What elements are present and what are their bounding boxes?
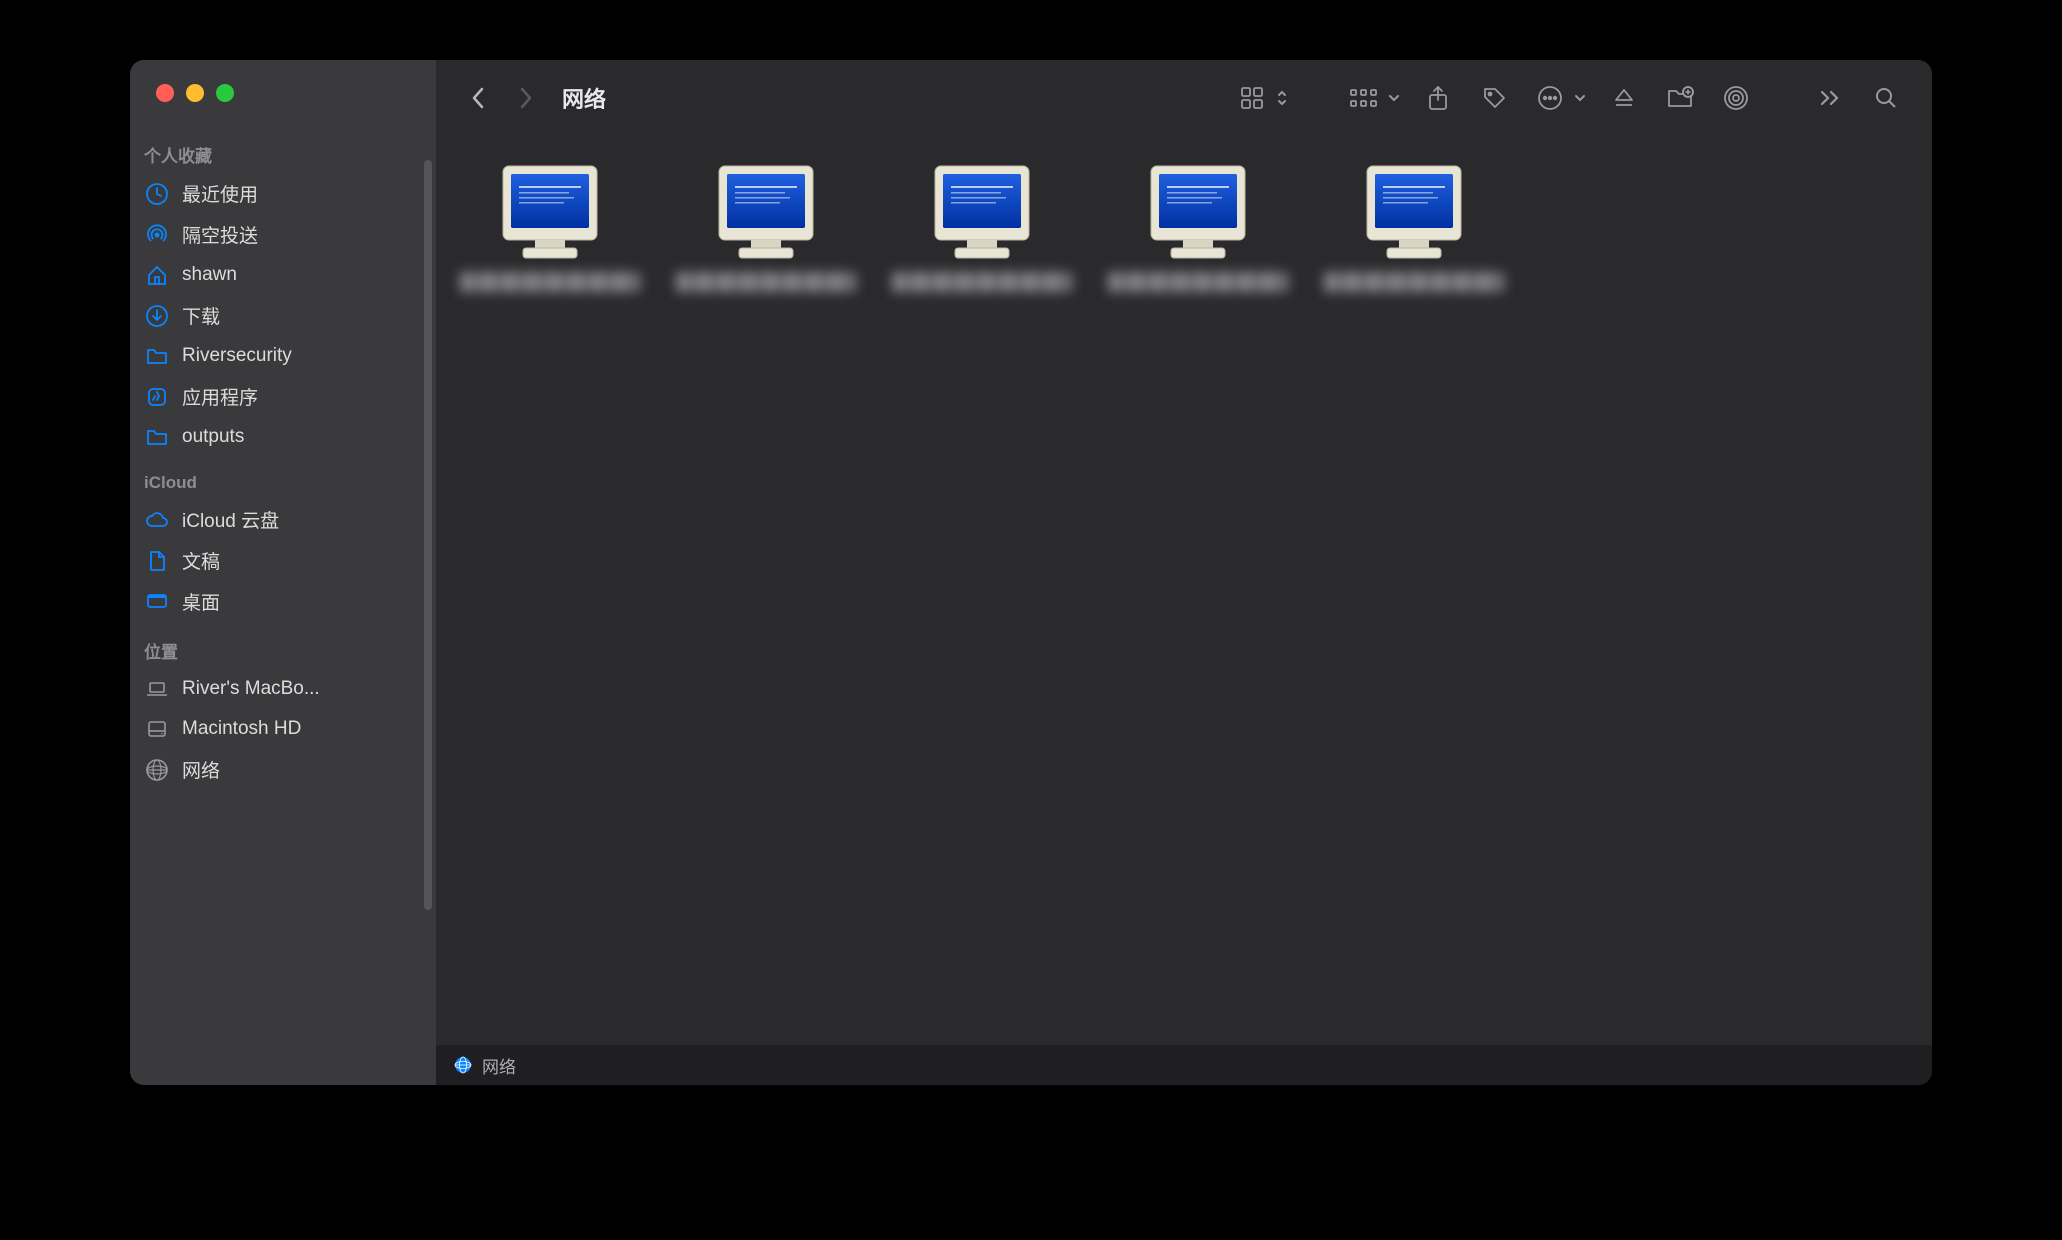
close-button[interactable]	[156, 84, 174, 102]
sidebar-item-label: 文稿	[182, 547, 220, 574]
sidebar-item[interactable]: 网络	[130, 749, 436, 790]
sidebar-item[interactable]: Riversecurity	[130, 336, 436, 376]
view-mode-button[interactable]	[1228, 76, 1294, 120]
sidebar-section-title: iCloud	[130, 457, 436, 499]
laptop-icon	[144, 676, 170, 702]
desktop-icon	[144, 589, 170, 615]
search-icon	[1874, 86, 1898, 110]
updown-icon	[1276, 88, 1294, 108]
path-label[interactable]: 网络	[482, 1053, 516, 1078]
back-button[interactable]	[458, 78, 498, 118]
pc-monitor-icon	[1359, 162, 1469, 262]
toolbar: 网络	[436, 60, 1932, 136]
download-icon	[144, 303, 170, 329]
pc-monitor-icon	[927, 162, 1037, 262]
sidebar-item[interactable]: Macintosh HD	[130, 709, 436, 749]
sidebar-item-label: iCloud 云盘	[182, 506, 279, 533]
share-icon	[1426, 85, 1450, 111]
disk-icon	[144, 716, 170, 742]
sidebar-item-label: shawn	[182, 264, 237, 286]
file-name-label: ████████	[892, 272, 1072, 292]
network-computer-item[interactable]: ████████	[1324, 162, 1504, 292]
sidebar-section-title: 个人收藏	[130, 142, 436, 173]
folder-icon	[144, 343, 170, 369]
new-folder-icon	[1666, 86, 1694, 110]
pc-monitor-icon	[711, 162, 821, 262]
house-icon	[144, 262, 170, 288]
sidebar-item-label: outputs	[182, 426, 244, 448]
chevron-down-icon	[1574, 92, 1592, 104]
file-name-label: ████████	[676, 272, 856, 292]
forward-button[interactable]	[506, 78, 546, 118]
network-computer-item[interactable]: ████████	[460, 162, 640, 292]
cloud-icon	[144, 507, 170, 533]
file-name-label: ████████	[460, 272, 640, 292]
sidebar-item[interactable]: 隔空投送	[130, 214, 436, 255]
clock-icon	[144, 181, 170, 207]
tags-button[interactable]	[1470, 76, 1518, 120]
grid-icon	[1239, 85, 1265, 111]
file-grid[interactable]: ████████ ████████ ████████ ████████ ████████	[436, 136, 1932, 1045]
network-globe-icon	[454, 1056, 472, 1074]
airdrop-icon	[1723, 85, 1749, 111]
main-area: 网络	[436, 60, 1932, 1085]
file-name-label: ████████	[1108, 272, 1288, 292]
window-controls	[130, 60, 436, 132]
pc-monitor-icon	[1143, 162, 1253, 262]
minimize-button[interactable]	[186, 84, 204, 102]
eject-button[interactable]	[1600, 76, 1648, 120]
sidebar-item-label: 最近使用	[182, 180, 258, 207]
sidebar-item-label: Macintosh HD	[182, 718, 301, 740]
globe-icon	[144, 757, 170, 783]
folder-icon	[144, 424, 170, 450]
airdrop-button[interactable]	[1712, 76, 1760, 120]
sidebar-item[interactable]: 下载	[130, 295, 436, 336]
sidebar-item[interactable]: shawn	[130, 255, 436, 295]
sidebar-item-label: 网络	[182, 756, 220, 783]
sidebar-content: 个人收藏最近使用隔空投送 shawn 下载 Riversecurity 应用程序 outp…	[130, 132, 436, 1085]
chevrons-right-icon	[1819, 89, 1841, 107]
file-name-label: ████████	[1324, 272, 1504, 292]
finder-window: 个人收藏最近使用隔空投送 shawn 下载 Riversecurity 应用程序 outp…	[130, 60, 1932, 1085]
new-folder-button[interactable]	[1656, 76, 1704, 120]
app-icon	[144, 384, 170, 410]
sidebar-item[interactable]: River's MacBo...	[130, 669, 436, 709]
eject-icon	[1612, 86, 1636, 110]
maximize-button[interactable]	[216, 84, 234, 102]
sidebar-item[interactable]: iCloud 云盘	[130, 499, 436, 540]
network-computer-item[interactable]: ████████	[1108, 162, 1288, 292]
action-button[interactable]	[1526, 76, 1592, 120]
sidebar-scrollbar[interactable]	[424, 160, 432, 910]
tag-icon	[1481, 85, 1507, 111]
sidebar-item-label: River's MacBo...	[182, 678, 320, 700]
chevron-down-icon	[1388, 92, 1406, 104]
document-icon	[144, 548, 170, 574]
sidebar-item-label: Riversecurity	[182, 345, 292, 367]
sidebar-item[interactable]: 文稿	[130, 540, 436, 581]
window-title: 网络	[554, 82, 614, 114]
share-button[interactable]	[1414, 76, 1462, 120]
network-computer-item[interactable]: ████████	[892, 162, 1072, 292]
more-icon	[1537, 85, 1563, 111]
sidebar-item-label: 隔空投送	[182, 221, 258, 248]
group-by-button[interactable]	[1340, 76, 1406, 120]
sidebar-item[interactable]: outputs	[130, 417, 436, 457]
pc-monitor-icon	[495, 162, 605, 262]
sidebar-item[interactable]: 最近使用	[130, 173, 436, 214]
sidebar-item-label: 应用程序	[182, 383, 258, 410]
path-bar: 网络	[436, 1045, 1932, 1085]
sidebar-item-label: 桌面	[182, 588, 220, 615]
overflow-button[interactable]	[1806, 76, 1854, 120]
sidebar-item[interactable]: 桌面	[130, 581, 436, 622]
search-button[interactable]	[1862, 76, 1910, 120]
sidebar-section-title: 位置	[130, 622, 436, 669]
group-icon	[1349, 87, 1379, 109]
sidebar-item[interactable]: 应用程序	[130, 376, 436, 417]
network-computer-item[interactable]: ████████	[676, 162, 856, 292]
airdrop-icon	[144, 222, 170, 248]
sidebar-item-label: 下载	[182, 302, 220, 329]
sidebar: 个人收藏最近使用隔空投送 shawn 下载 Riversecurity 应用程序 outp…	[130, 60, 436, 1085]
